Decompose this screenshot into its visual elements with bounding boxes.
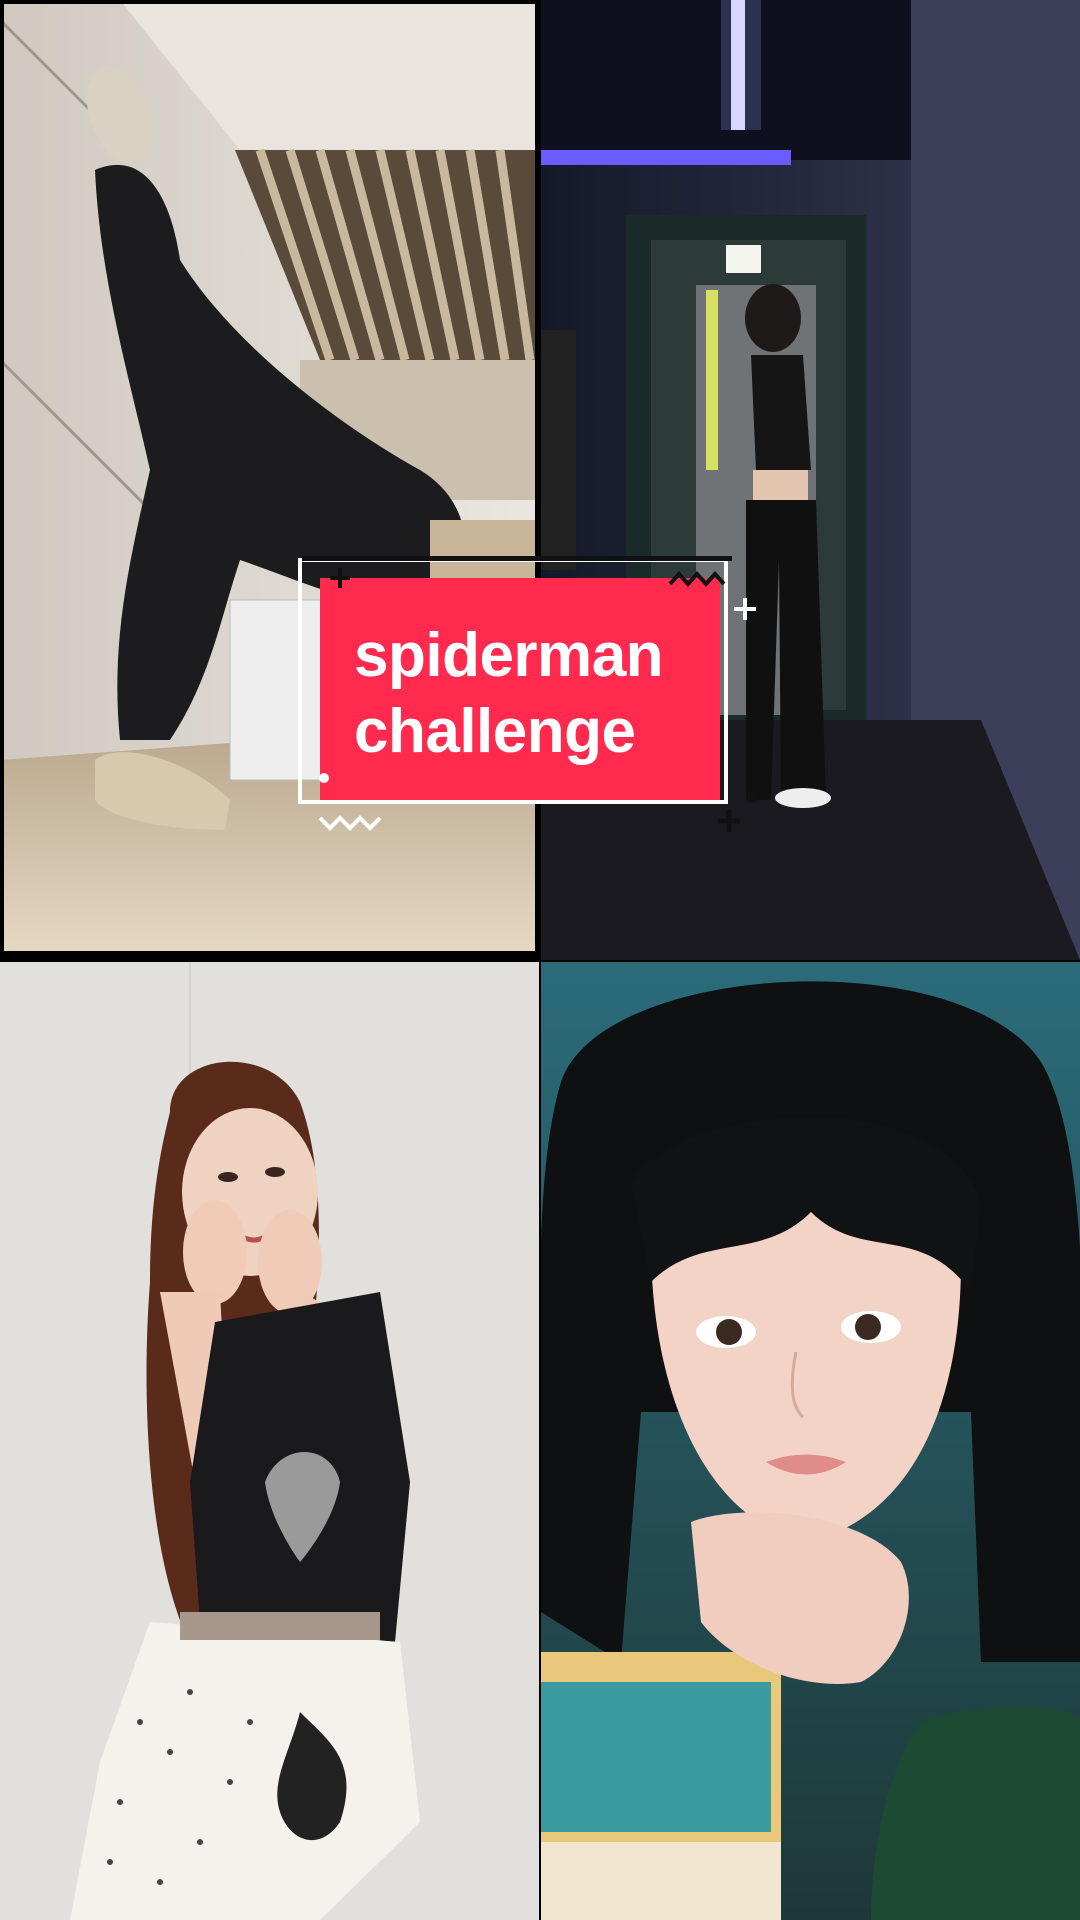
plus-sparkle-icon: [330, 568, 350, 588]
dot-icon: [319, 773, 329, 783]
plus-sparkle-icon: [718, 810, 740, 832]
dot-icon: [747, 793, 757, 803]
caption-sticker: spiderman challenge: [298, 556, 757, 832]
caption-outline-dark: [302, 556, 732, 576]
zigzag-icon: [318, 815, 382, 831]
zigzag-icon: [668, 571, 726, 587]
caption-line-1: spiderman: [354, 621, 664, 690]
closeup-portrait-photo: [541, 962, 1080, 1920]
photo-tile-bottom-right: [541, 962, 1080, 1920]
plus-sparkle-icon: [734, 598, 756, 620]
portrait-photo-hands-on-cheeks: [0, 962, 539, 1920]
photo-tile-bottom-left: [0, 962, 539, 1920]
caption-text: spiderman challenge: [354, 618, 694, 770]
caption-line-2: challenge: [354, 697, 636, 766]
